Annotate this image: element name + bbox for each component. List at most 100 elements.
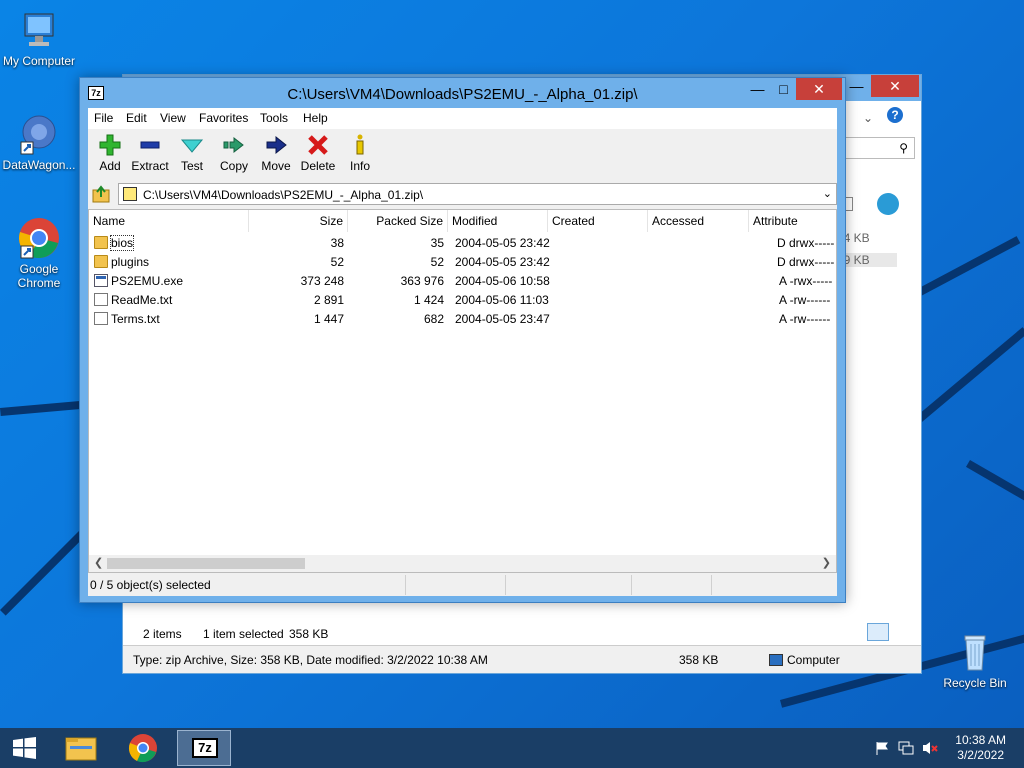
clock[interactable]: 10:38 AM 3/2/2022 <box>955 733 1006 763</box>
zip-archive-icon <box>123 187 137 201</box>
copy-button[interactable]: Copy <box>212 133 256 173</box>
scroll-left-icon[interactable]: ❮ <box>94 556 103 569</box>
desktop-icon-label: My Computer <box>2 54 76 68</box>
folder-up-button[interactable] <box>92 185 112 203</box>
window-title: C:\Users\VM4\Downloads\PS2EMU_-_Alpha_01… <box>287 86 638 103</box>
help-icon[interactable]: ? <box>887 107 903 123</box>
file-packed-size: 1 424 <box>413 293 444 307</box>
explorer-right-panel: ⌄ ? ⚲ 24 KB 59 KB <box>837 101 921 673</box>
file-attributes: A -rw------ <box>779 312 831 326</box>
column-accessed[interactable]: Accessed <box>648 210 749 232</box>
file-attributes: D drwx----- <box>777 255 835 269</box>
file-size: 373 248 <box>300 274 344 288</box>
search-icon: ⚲ <box>899 141 908 155</box>
taskbar: 7z 10:38 AM 3/2/2022 <box>0 728 1024 768</box>
address-input[interactable]: C:\Users\VM4\Downloads\PS2EMU_-_Alpha_01… <box>118 183 837 205</box>
move-button[interactable]: Move <box>254 133 298 173</box>
chevron-down-icon[interactable]: ⌄ <box>823 187 832 200</box>
taskbar-chrome[interactable] <box>116 730 170 766</box>
start-button[interactable] <box>0 730 48 766</box>
file-list[interactable]: Name Size Packed Size Modified Created A… <box>88 209 837 573</box>
status-cell <box>632 575 712 595</box>
info-button[interactable]: Info <box>338 133 382 173</box>
address-text: C:\Users\VM4\Downloads\PS2EMU_-_Alpha_01… <box>143 188 424 202</box>
file-modified: 2004-05-05 23:47 <box>455 312 550 326</box>
file-size: 52 <box>330 255 344 269</box>
menu-help[interactable]: Help <box>303 111 328 125</box>
7zip-titlebar[interactable]: 7z C:\Users\VM4\Downloads\PS2EMU_-_Alpha… <box>80 78 845 108</box>
shell-icon[interactable] <box>877 193 899 215</box>
clock-time: 10:38 AM <box>955 733 1006 747</box>
close-button[interactable]: ✕ <box>796 78 842 100</box>
status-bar: 0 / 5 object(s) selected <box>88 575 837 596</box>
delete-button[interactable]: Delete <box>296 133 340 173</box>
column-size[interactable]: Size <box>249 210 348 232</box>
file-attributes: D drwx----- <box>777 236 835 250</box>
menu-favorites[interactable]: Favorites <box>199 111 248 125</box>
wallpaper-line <box>0 525 91 616</box>
file-packed-size: 52 <box>430 255 444 269</box>
test-button[interactable]: Test <box>170 133 214 173</box>
explorer-search-input[interactable]: ⚲ <box>837 137 915 159</box>
extract-label: Extract <box>131 159 169 173</box>
minimize-button[interactable]: — <box>843 75 870 97</box>
desktop-icon-label: Recycle Bin <box>943 676 1007 690</box>
table-row[interactable]: plugins 52 52 2004-05-05 23:42 D drwx---… <box>89 253 836 272</box>
file-packed-size: 682 <box>423 312 444 326</box>
column-name[interactable]: Name <box>89 210 249 232</box>
desktop: My Computer DataWagon... Google Chrome R… <box>0 0 1024 728</box>
horizontal-scrollbar[interactable]: ❮ ❯ <box>89 555 836 572</box>
scrollbar-thumb[interactable] <box>107 558 305 569</box>
desktop-icon-recycle-bin[interactable]: Recycle Bin <box>936 630 1014 690</box>
test-icon <box>180 133 204 157</box>
taskbar-file-explorer[interactable] <box>54 730 108 766</box>
menu-tools[interactable]: Tools <box>260 111 288 125</box>
column-packed-size[interactable]: Packed Size <box>348 210 448 232</box>
7zip-logo-icon: 7z <box>192 738 218 758</box>
close-button[interactable]: ✕ <box>871 75 919 97</box>
file-modified: 2004-05-06 11:03 <box>455 293 549 307</box>
desktop-icon-label: DataWagon... <box>2 158 76 172</box>
table-row[interactable]: PS2EMU.exe 373 248 363 976 2004-05-06 10… <box>89 272 836 291</box>
table-row[interactable]: ReadMe.txt 2 891 1 424 2004-05-06 11:03 … <box>89 291 836 310</box>
7zip-window[interactable]: 7z C:\Users\VM4\Downloads\PS2EMU_-_Alpha… <box>79 77 846 603</box>
large-icons-view-icon[interactable] <box>893 623 911 641</box>
taskbar-7zip[interactable]: 7z <box>177 730 231 766</box>
menu-edit[interactable]: Edit <box>126 111 147 125</box>
file-name: PS2EMU.exe <box>111 274 184 288</box>
desktop-icon-my-computer[interactable]: My Computer <box>0 8 78 68</box>
network-icon[interactable] <box>898 740 914 756</box>
flag-icon[interactable] <box>874 740 890 756</box>
7zip-client-area: File Edit View Favorites Tools Help Add <box>88 108 837 596</box>
file-size: 38 <box>330 236 344 250</box>
desktop-icon-google-chrome[interactable]: Google Chrome <box>0 216 78 290</box>
maximize-button[interactable]: □ <box>770 78 797 100</box>
chevron-down-icon[interactable]: ⌄ <box>863 111 873 125</box>
table-row[interactable]: bios 38 35 2004-05-05 23:42 D drwx----- <box>89 234 836 253</box>
column-created[interactable]: Created <box>548 210 648 232</box>
desktop-icon-label: Google Chrome <box>17 262 61 290</box>
status-cell <box>506 575 632 595</box>
scroll-right-icon[interactable]: ❯ <box>822 556 831 569</box>
file-attributes: A -rwx----- <box>779 274 833 288</box>
size-hint: 59 KB <box>837 253 897 267</box>
copy-icon <box>222 133 246 157</box>
volume-muted-icon[interactable] <box>922 740 938 756</box>
details-size: 358 KB <box>679 653 719 667</box>
address-bar: C:\Users\VM4\Downloads\PS2EMU_-_Alpha_01… <box>88 181 837 207</box>
extract-button[interactable]: Extract <box>128 133 172 173</box>
menu-view[interactable]: View <box>160 111 186 125</box>
computer-icon <box>769 654 783 666</box>
windows-logo-icon <box>13 737 36 759</box>
folder-icon <box>94 236 108 249</box>
column-attributes[interactable]: Attribute <box>749 210 836 232</box>
details-view-icon[interactable] <box>867 623 889 641</box>
status-cell <box>406 575 506 595</box>
desktop-icon-datawagon[interactable]: DataWagon... <box>0 112 78 172</box>
file-modified: 2004-05-05 23:42 <box>455 255 550 269</box>
menu-file[interactable]: File <box>94 111 113 125</box>
minimize-button[interactable]: — <box>744 78 771 100</box>
table-row[interactable]: Terms.txt 1 447 682 2004-05-05 23:47 A -… <box>89 310 836 329</box>
add-button[interactable]: Add <box>88 133 132 173</box>
column-modified[interactable]: Modified <box>448 210 548 232</box>
